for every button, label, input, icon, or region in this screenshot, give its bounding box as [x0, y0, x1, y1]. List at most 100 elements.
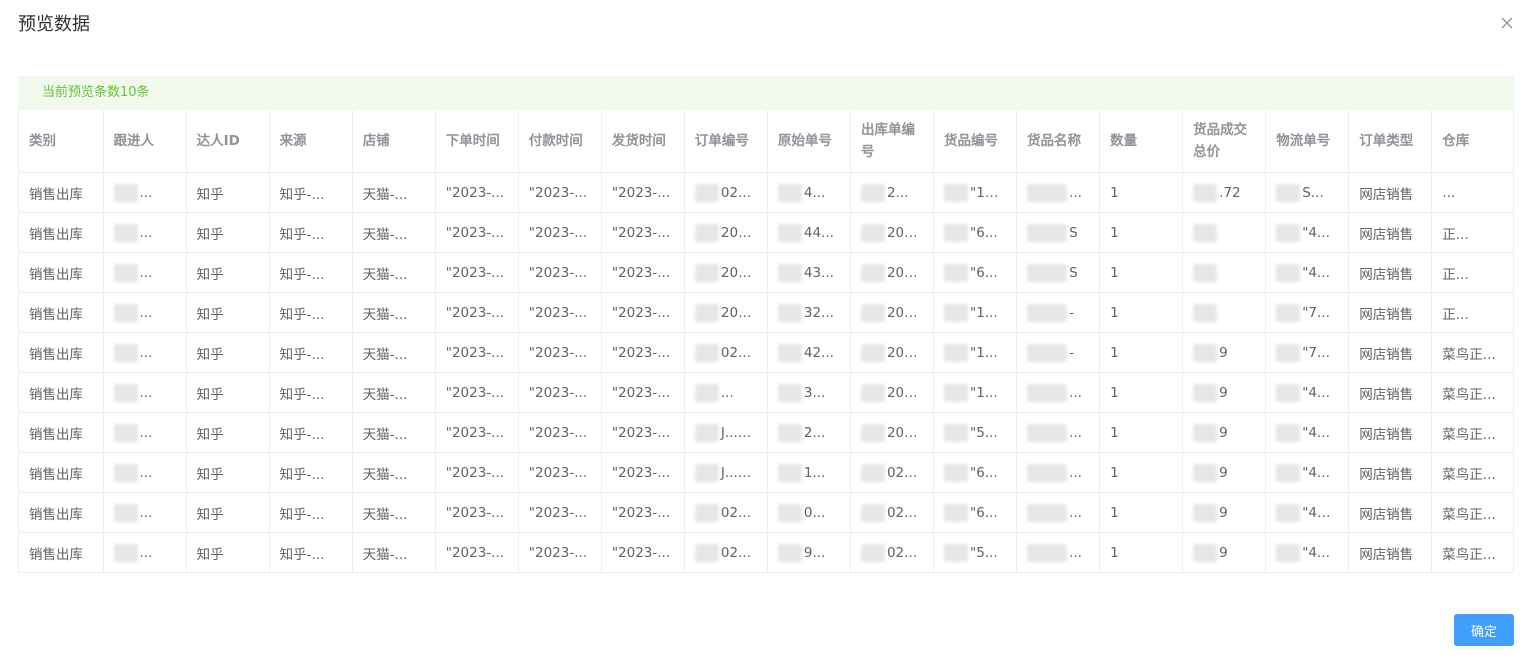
- cell-text: "2023-...: [611, 264, 671, 281]
- cell-text: "4...: [1302, 224, 1330, 241]
- preview-count-alert: 当前预览条数10条: [18, 76, 1514, 110]
- redacted-block: [1193, 183, 1218, 202]
- redacted-block: [860, 423, 885, 442]
- cell-text: -: [1069, 304, 1074, 321]
- column-header: 发货时间: [601, 110, 685, 173]
- cell-text: 4...: [803, 184, 826, 201]
- table-cell: 9: [1182, 492, 1267, 533]
- table-cell: 1: [1099, 532, 1184, 572]
- cell-text: 网店销售: [1359, 266, 1414, 283]
- table-cell: 1: [1099, 332, 1184, 373]
- table-cell: "2023-...: [435, 532, 519, 572]
- cell-text: 3...: [803, 384, 826, 401]
- cell-text: "2023-...: [611, 344, 671, 361]
- table-cell: 天猫-...: [352, 412, 436, 453]
- cell-text: .72: [1219, 184, 1241, 201]
- redacted-block: [1276, 263, 1301, 282]
- cell-text: 02...: [720, 184, 751, 201]
- column-header: 下单时间: [435, 110, 519, 173]
- close-button[interactable]: [1498, 14, 1516, 32]
- cell-text: "4...: [1302, 424, 1330, 441]
- redacted-block: [944, 423, 969, 442]
- redacted-block: [694, 383, 719, 402]
- table-cell: 知乎: [186, 412, 270, 453]
- table-cell: "2023-...: [435, 252, 519, 293]
- table-cell: "4...: [1265, 252, 1350, 293]
- table-cell: [1182, 292, 1267, 333]
- cell-text: 天猫-...: [362, 506, 408, 523]
- table-cell: J...2...: [684, 452, 768, 493]
- table-cell: 202...: [850, 252, 935, 293]
- table-row: 销售出库... 知乎 知乎-... 天猫-... "2023-... "2023-... "…: [19, 172, 1513, 213]
- table-cell: 32...: [767, 292, 851, 333]
- table-cell: 销售出库: [19, 172, 104, 213]
- table-cell: ...: [103, 452, 187, 493]
- table-cell: 知乎-...: [269, 172, 353, 213]
- table-cell: 1: [1099, 172, 1184, 213]
- cell-text: "2023-...: [611, 544, 671, 561]
- cell-text: 1: [1110, 504, 1119, 521]
- table-cell: "2023-...: [601, 252, 685, 293]
- table-cell: 9: [1182, 372, 1267, 413]
- cell-text: S: [1069, 264, 1078, 281]
- cell-text: 网店销售: [1359, 546, 1414, 563]
- cell-text: 知乎-...: [279, 266, 325, 283]
- cell-text: ...: [1069, 424, 1082, 441]
- redacted-block: [1276, 223, 1301, 242]
- table-cell: "1007...: [933, 172, 1018, 213]
- redacted-block: [1193, 543, 1218, 562]
- table-cell: 正...: [1431, 212, 1513, 253]
- cell-text: 天猫-...: [362, 546, 408, 563]
- table-cell: ...: [103, 252, 187, 293]
- column-header: 物流单号: [1265, 110, 1350, 173]
- cell-text: 网店销售: [1359, 226, 1414, 243]
- redacted-block: [694, 543, 719, 562]
- cell-text: 天猫-...: [362, 266, 408, 283]
- cell-text: "2023-...: [445, 464, 505, 481]
- redacted-block: [944, 343, 969, 362]
- redacted-block: [860, 343, 885, 362]
- redacted-block: [1276, 463, 1301, 482]
- close-icon: [1501, 17, 1513, 29]
- table-cell: 网店销售: [1348, 212, 1433, 253]
- redacted-block: [113, 223, 138, 242]
- redacted-block: [944, 303, 969, 322]
- redacted-block: [1276, 303, 1301, 322]
- table-cell: "2023-...: [601, 452, 685, 493]
- table-cell: 9: [1182, 412, 1267, 453]
- redacted-block: [1193, 503, 1218, 522]
- table-cell: "4...: [1265, 212, 1350, 253]
- table-cell: 网店销售: [1348, 292, 1433, 333]
- table-cell: "2023-...: [601, 492, 685, 533]
- table-row: 销售出库... 知乎 知乎-... 天猫-... "2023-... "2023-... "…: [19, 212, 1513, 253]
- table-cell: "2023-...: [601, 372, 685, 413]
- table-cell: 菜鸟正...: [1431, 412, 1513, 453]
- redacted-block: [1276, 383, 1301, 402]
- redacted-block: [694, 343, 719, 362]
- table-cell: 9: [1182, 452, 1267, 493]
- confirm-button[interactable]: 确定: [1454, 614, 1514, 646]
- table-cell: 知乎: [186, 212, 270, 253]
- table-cell: 02...: [684, 172, 768, 213]
- cell-text: J...2...: [720, 424, 760, 441]
- redacted-block: [777, 263, 802, 282]
- table-cell: 网店销售: [1348, 332, 1433, 373]
- cell-text: 正...: [1442, 266, 1469, 283]
- cell-text: 1: [1110, 224, 1119, 241]
- redacted-block: [777, 543, 802, 562]
- table-cell: 网店销售: [1348, 412, 1433, 453]
- cell-text: ...: [1069, 544, 1082, 561]
- cell-text: 202...: [886, 264, 926, 281]
- cell-text: 1: [1110, 264, 1119, 281]
- table-cell: 9...: [767, 532, 851, 572]
- table-cell: .72: [1182, 172, 1267, 213]
- redacted-block: [1276, 503, 1301, 522]
- cell-text: 202...: [720, 224, 760, 241]
- cell-text: S: [1069, 224, 1078, 241]
- cell-text: 知乎-...: [279, 506, 325, 523]
- cell-text: 销售出库: [29, 186, 83, 203]
- redacted-block: [944, 263, 969, 282]
- cell-text: "2023-...: [445, 344, 505, 361]
- table-row: 销售出库... 知乎 知乎-... 天猫-... "2023-... "2023-... "…: [19, 372, 1513, 413]
- cell-text: 菜鸟正...: [1442, 466, 1496, 483]
